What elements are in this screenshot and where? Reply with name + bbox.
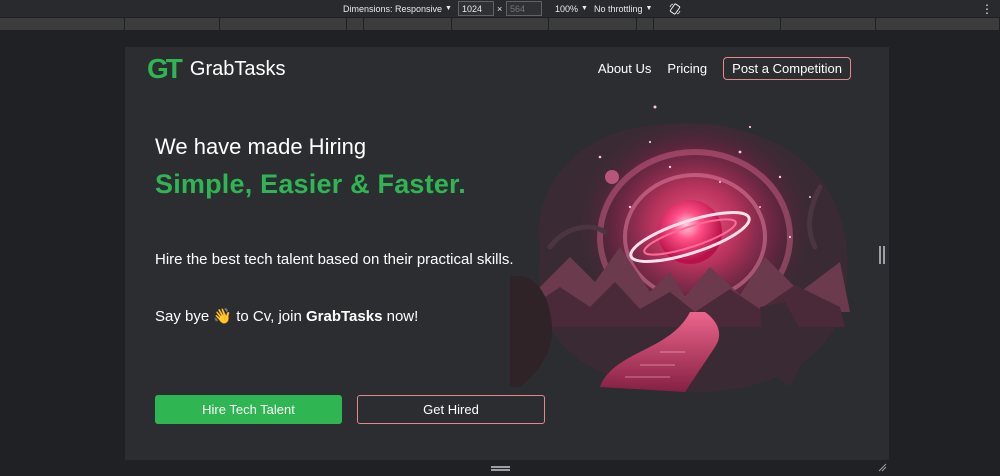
bye-brand: GrabTasks	[306, 308, 383, 325]
bye-middle: to Cv, join	[236, 308, 302, 325]
zoom-dropdown[interactable]: 100% ▼	[555, 0, 588, 17]
viewport-width-input[interactable]	[458, 1, 494, 16]
hero-tagline: Simple, Easier & Faster.	[155, 169, 466, 199]
hire-tech-talent-button[interactable]: Hire Tech Talent	[155, 395, 342, 424]
hero-bye-text: Say bye 👋 to Cv, join GrabTasks now!	[155, 307, 418, 325]
caret-down-icon: ▼	[445, 5, 452, 12]
nav-link-about-us[interactable]: About Us	[598, 61, 651, 76]
times-sign: ×	[497, 3, 503, 14]
waving-hand-icon: 👋	[213, 308, 233, 325]
caret-down-icon: ▼	[581, 5, 588, 12]
dimensions-label: Dimensions: Responsive	[343, 3, 443, 14]
resize-handle-right[interactable]	[879, 246, 885, 264]
resize-corner-icon[interactable]	[877, 462, 887, 472]
brand-name: GrabTasks	[189, 58, 286, 80]
dimensions-dropdown[interactable]: Dimensions: Responsive ▼	[343, 0, 452, 17]
bye-suffix: now!	[386, 308, 419, 325]
throttling-label: No throttling	[594, 3, 643, 14]
hero-heading: We have made Hiring	[155, 134, 367, 159]
top-navbar: GT GrabTasks About Us Pricing Post a Com…	[125, 47, 875, 91]
logo-mark: GT	[147, 53, 183, 84]
page-viewport: GT GrabTasks About Us Pricing Post a Com…	[125, 47, 889, 460]
hero-illustration	[510, 105, 850, 393]
zoom-label: 100%	[555, 3, 579, 14]
more-vert-icon[interactable]: ⋮	[981, 2, 993, 16]
viewport-height-input[interactable]	[506, 1, 542, 16]
nav-link-pricing[interactable]: Pricing	[667, 61, 707, 76]
brand-logo[interactable]: GT GrabTasks	[147, 55, 285, 83]
media-query-ruler	[0, 18, 1000, 30]
devtools-toolbar: Dimensions: Responsive ▼ × 100% ▼ No thr…	[0, 0, 1000, 17]
throttling-dropdown[interactable]: No throttling ▼	[594, 0, 652, 17]
resize-handle-bottom[interactable]	[491, 466, 510, 471]
post-competition-button[interactable]: Post a Competition	[723, 57, 851, 80]
get-hired-button[interactable]: Get Hired	[357, 395, 545, 424]
nav-links: About Us Pricing Post a Competition	[598, 57, 851, 80]
rotate-icon[interactable]	[669, 0, 681, 17]
bye-prefix: Say bye	[155, 308, 210, 325]
hero-description: Hire the best tech talent based on their…	[155, 251, 514, 268]
caret-down-icon: ▼	[645, 5, 653, 12]
